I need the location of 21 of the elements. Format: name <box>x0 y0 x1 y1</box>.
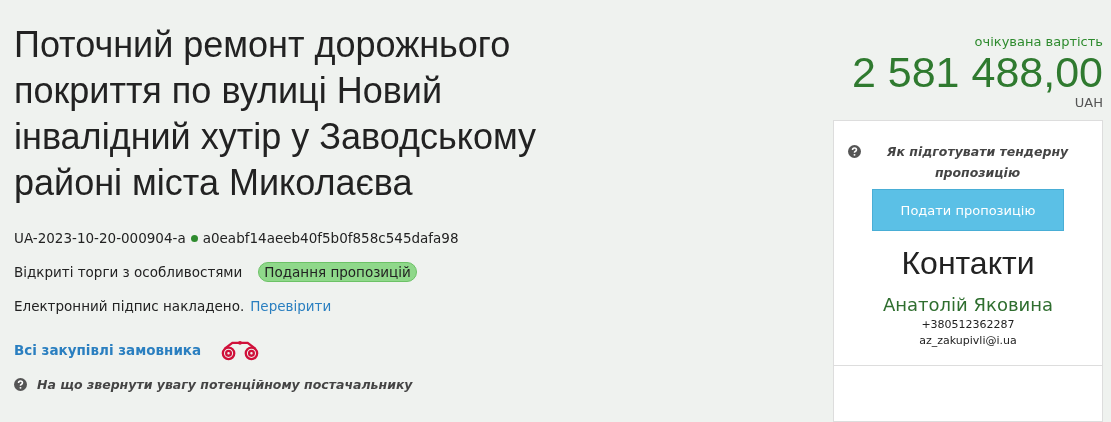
contacts-heading: Контакти <box>901 245 1035 282</box>
expected-value: 2 581 488,00 <box>851 49 1103 95</box>
status-badge: Подання пропозицій <box>258 262 417 282</box>
tender-hash: a0eabf14aeeb40f5b0f858c545dafa98 <box>202 230 459 246</box>
supplier-hint-link[interactable]: На що звернути увагу потенційному постачальнику <box>37 376 413 392</box>
contact-name: Анатолій Яковина <box>882 294 1053 315</box>
currency: UAH <box>1074 95 1103 110</box>
contact-email: az_zakupivli@i.ua <box>919 334 1017 347</box>
procedure-type: Відкриті торги з особливостями <box>14 264 243 280</box>
status-dot-icon <box>190 234 198 242</box>
help-icon <box>14 377 27 391</box>
tender-title: Поточний ремонт дорожнього покриття по вулиці Новий інвалідний хутір у Заводському районі міста Миколаєва <box>14 23 538 205</box>
value-caption: очікувана вартість <box>974 34 1103 49</box>
help-icon <box>848 145 861 158</box>
signature-text: Електронний підпис накладено. <box>14 298 245 314</box>
howto-link[interactable]: Як підготувати тендерну пропозицію <box>867 141 1088 183</box>
tender-id: UA-2023-10-20-000904-a <box>14 230 186 246</box>
contact-phone: +380512362287 <box>921 318 1015 331</box>
submit-bid-button[interactable]: Подати пропозицію <box>872 189 1064 231</box>
buyer-tenders-link[interactable]: Всі закупівлі замовника <box>14 342 202 358</box>
verify-link[interactable]: Перевірити <box>250 298 332 314</box>
